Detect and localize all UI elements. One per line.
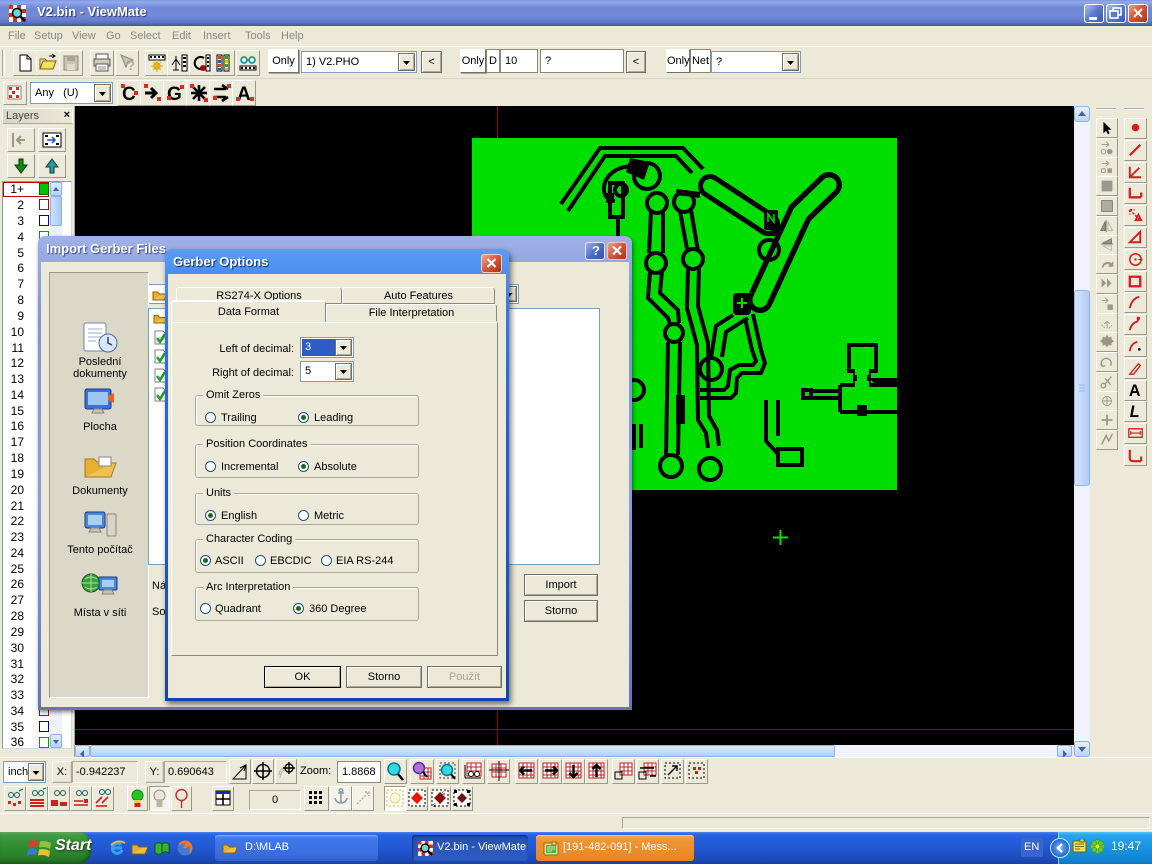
svg-text:?: ? [127,58,135,73]
svg-text:L: L [1130,403,1140,421]
svg-text:s: s [442,791,445,797]
svg-text:s: s [433,803,436,809]
svg-text:A: A [1129,382,1141,400]
svg-text:A: A [237,84,251,105]
svg-text:G: G [167,84,182,105]
